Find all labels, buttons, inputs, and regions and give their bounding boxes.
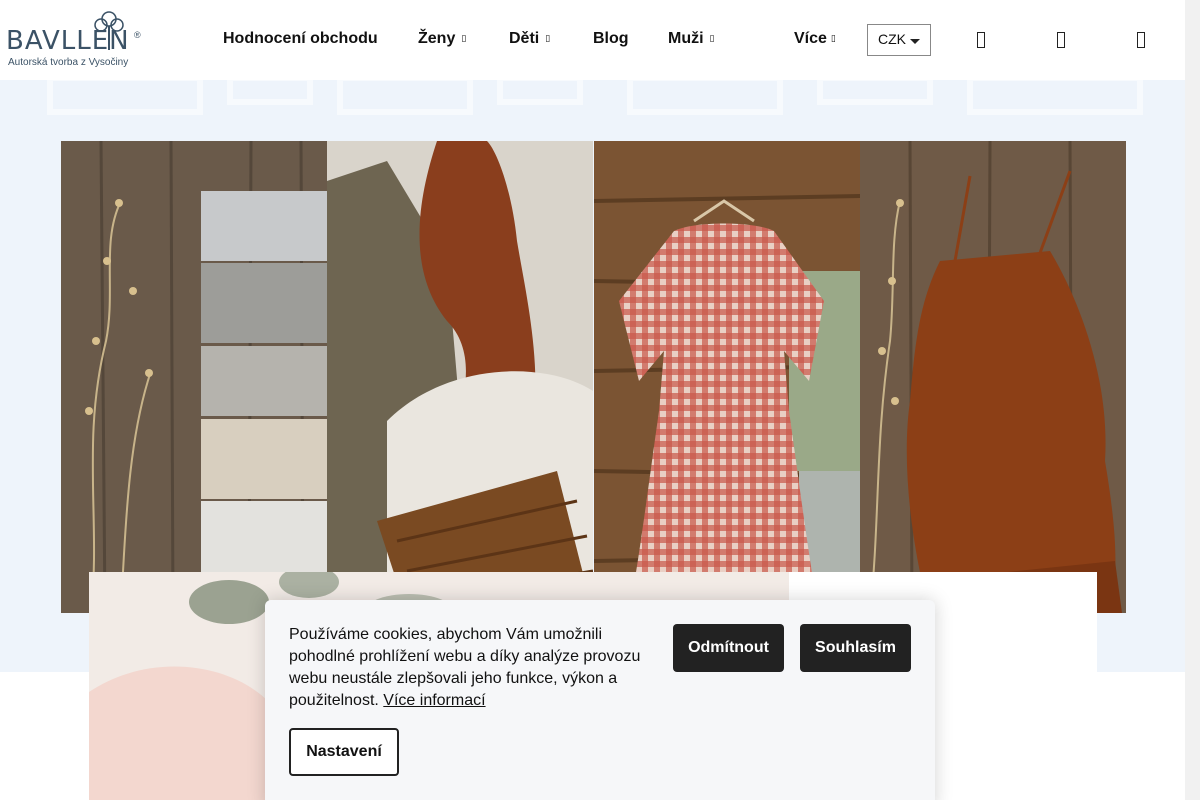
banner-watermark-decoration [47,78,1143,115]
nav-item-blog[interactable]: Blog [593,30,629,50]
nav-item-hodnoceni[interactable]: Hodnocení obchodu [223,30,378,50]
logo[interactable]: BAVLLEN ® Autorská tvorba z Vysočiny [6,10,146,72]
logo-brand: BAVLLEN [6,26,130,56]
cookie-accept-button[interactable]: Souhlasím [800,624,911,672]
cart-icon[interactable] [1137,32,1145,48]
nav-item-vice[interactable]: Více ▯ [794,30,836,50]
nav-label: Muži [668,30,704,47]
nav-item-deti[interactable]: Děti ▯ [509,30,550,50]
nav-label: Ženy [418,30,456,47]
banner-image-woman-basket[interactable] [327,141,593,613]
nav-label: Děti [509,30,540,47]
logo-registered-mark: ® [134,30,141,40]
cookie-reject-button[interactable]: Odmítnout [673,624,784,672]
logo-tagline: Autorská tvorba z Vysočiny [8,57,129,68]
chevron-down-icon: ▯ [461,33,467,43]
banner-image-fabric-rolls[interactable] [61,141,327,613]
currency-value: CZK [878,31,906,47]
banner-image-rust-romper[interactable] [860,141,1126,613]
cookie-consent-bar: Používáme cookies, abychom Vám umožnili … [265,600,935,800]
cookie-more-info-link[interactable]: Více informací [383,692,485,709]
site-header: BAVLLEN ® Autorská tvorba z Vysočiny Hod… [0,0,1185,80]
caret-down-icon [910,39,920,44]
currency-select[interactable]: CZK [867,24,931,56]
chevron-down-icon: ▯ [545,33,551,43]
search-icon[interactable] [977,32,985,48]
cookie-message: Používáme cookies, abychom Vám umožnili … [289,624,659,712]
banner-image-gingham-dress[interactable] [594,141,860,613]
cookie-settings-button[interactable]: Nastavení [289,728,399,776]
nav-item-muzi[interactable]: Muži ▯ [668,30,715,50]
scrollbar[interactable] [1185,0,1200,800]
nav-item-zeny[interactable]: Ženy ▯ [418,30,466,50]
chevron-down-icon: ▯ [709,33,715,43]
nav-label: Hodnocení obchodu [223,30,378,47]
account-icon[interactable] [1057,32,1065,48]
nav-label: Blog [593,30,629,47]
chevron-down-icon: ▯ [830,33,836,43]
nav-label: Více [794,30,827,47]
